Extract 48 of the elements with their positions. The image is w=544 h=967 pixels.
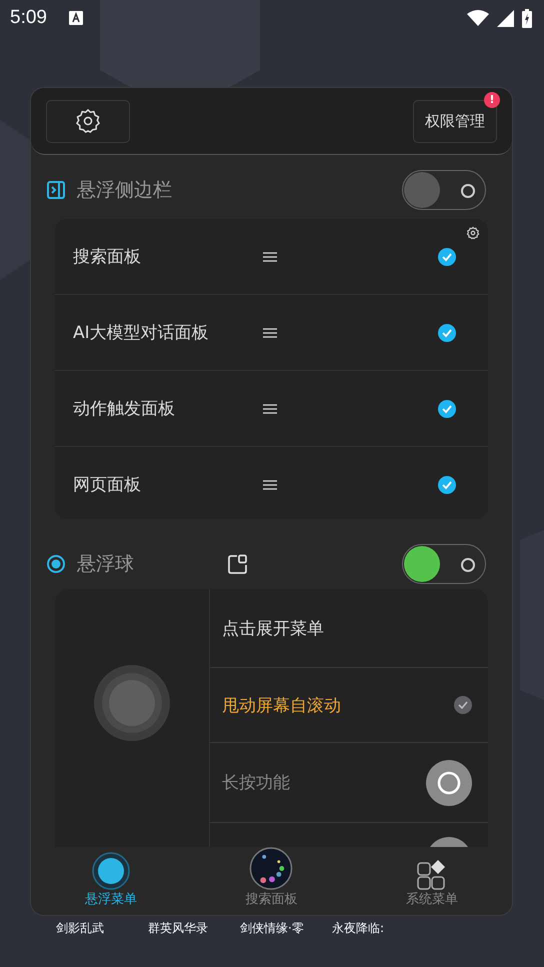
ring-icon — [461, 184, 475, 198]
panel-label: AI大模型对话面板 — [73, 322, 210, 344]
radio-icon — [47, 555, 65, 573]
signal-icon — [497, 10, 514, 26]
panel-label: 动作触发面板 — [73, 398, 176, 420]
ball-icon — [92, 852, 130, 890]
checkbox[interactable] — [438, 324, 456, 342]
settings-button[interactable] — [46, 100, 130, 142]
drag-handle-icon[interactable] — [263, 252, 277, 262]
settings-icon — [74, 107, 102, 135]
sidebar-icon — [47, 181, 65, 199]
toggle-knob[interactable] — [404, 172, 440, 208]
ring-icon — [461, 558, 475, 572]
checkbox[interactable] — [454, 696, 472, 714]
battery-icon — [522, 8, 532, 28]
app-label: 永夜降临: — [332, 920, 386, 937]
nav-tab[interactable]: 悬浮菜单 — [31, 847, 192, 912]
grid-icon — [416, 860, 447, 890]
section-title: 悬浮侧边栏 — [77, 178, 172, 203]
drag-handle-icon[interactable] — [263, 480, 277, 490]
checkbox[interactable] — [438, 248, 456, 266]
alert-badge: ! — [484, 92, 500, 108]
ball-toggle[interactable] — [402, 544, 486, 584]
app-label: 剑侠情缘·零 — [240, 920, 305, 937]
bubble-icon — [249, 847, 294, 890]
drag-handle-icon[interactable] — [263, 404, 277, 414]
keyboard-icon — [68, 11, 83, 25]
nav-tab[interactable]: 系统菜单 — [352, 847, 512, 912]
checkbox[interactable] — [438, 400, 456, 418]
settings-icon[interactable] — [466, 226, 480, 240]
option-label: 点击展开菜单 — [222, 618, 324, 640]
status-time: 5:09 — [10, 7, 47, 29]
app-label: 剑影乱武 — [56, 920, 105, 937]
window-icon[interactable] — [228, 554, 248, 574]
nav-tab[interactable]: 搜索面板 — [191, 847, 352, 912]
panel-label: 网页面板 — [73, 474, 142, 496]
option-label: 长按功能 — [222, 772, 290, 794]
sidebar-toggle[interactable] — [402, 170, 486, 210]
section-title: 悬浮球 — [77, 552, 134, 577]
toggle-knob[interactable] — [404, 546, 440, 582]
app-label: 群英风华录 — [148, 920, 209, 937]
drag-handle-icon[interactable] — [263, 328, 277, 338]
option-label: 甩动屏幕自滚动 — [222, 694, 341, 716]
wifi-icon — [467, 10, 489, 26]
panel-label: 搜索面板 — [73, 246, 142, 268]
checkbox[interactable] — [438, 476, 456, 494]
circle-button[interactable] — [426, 760, 472, 806]
ball-preview-icon — [93, 664, 171, 742]
